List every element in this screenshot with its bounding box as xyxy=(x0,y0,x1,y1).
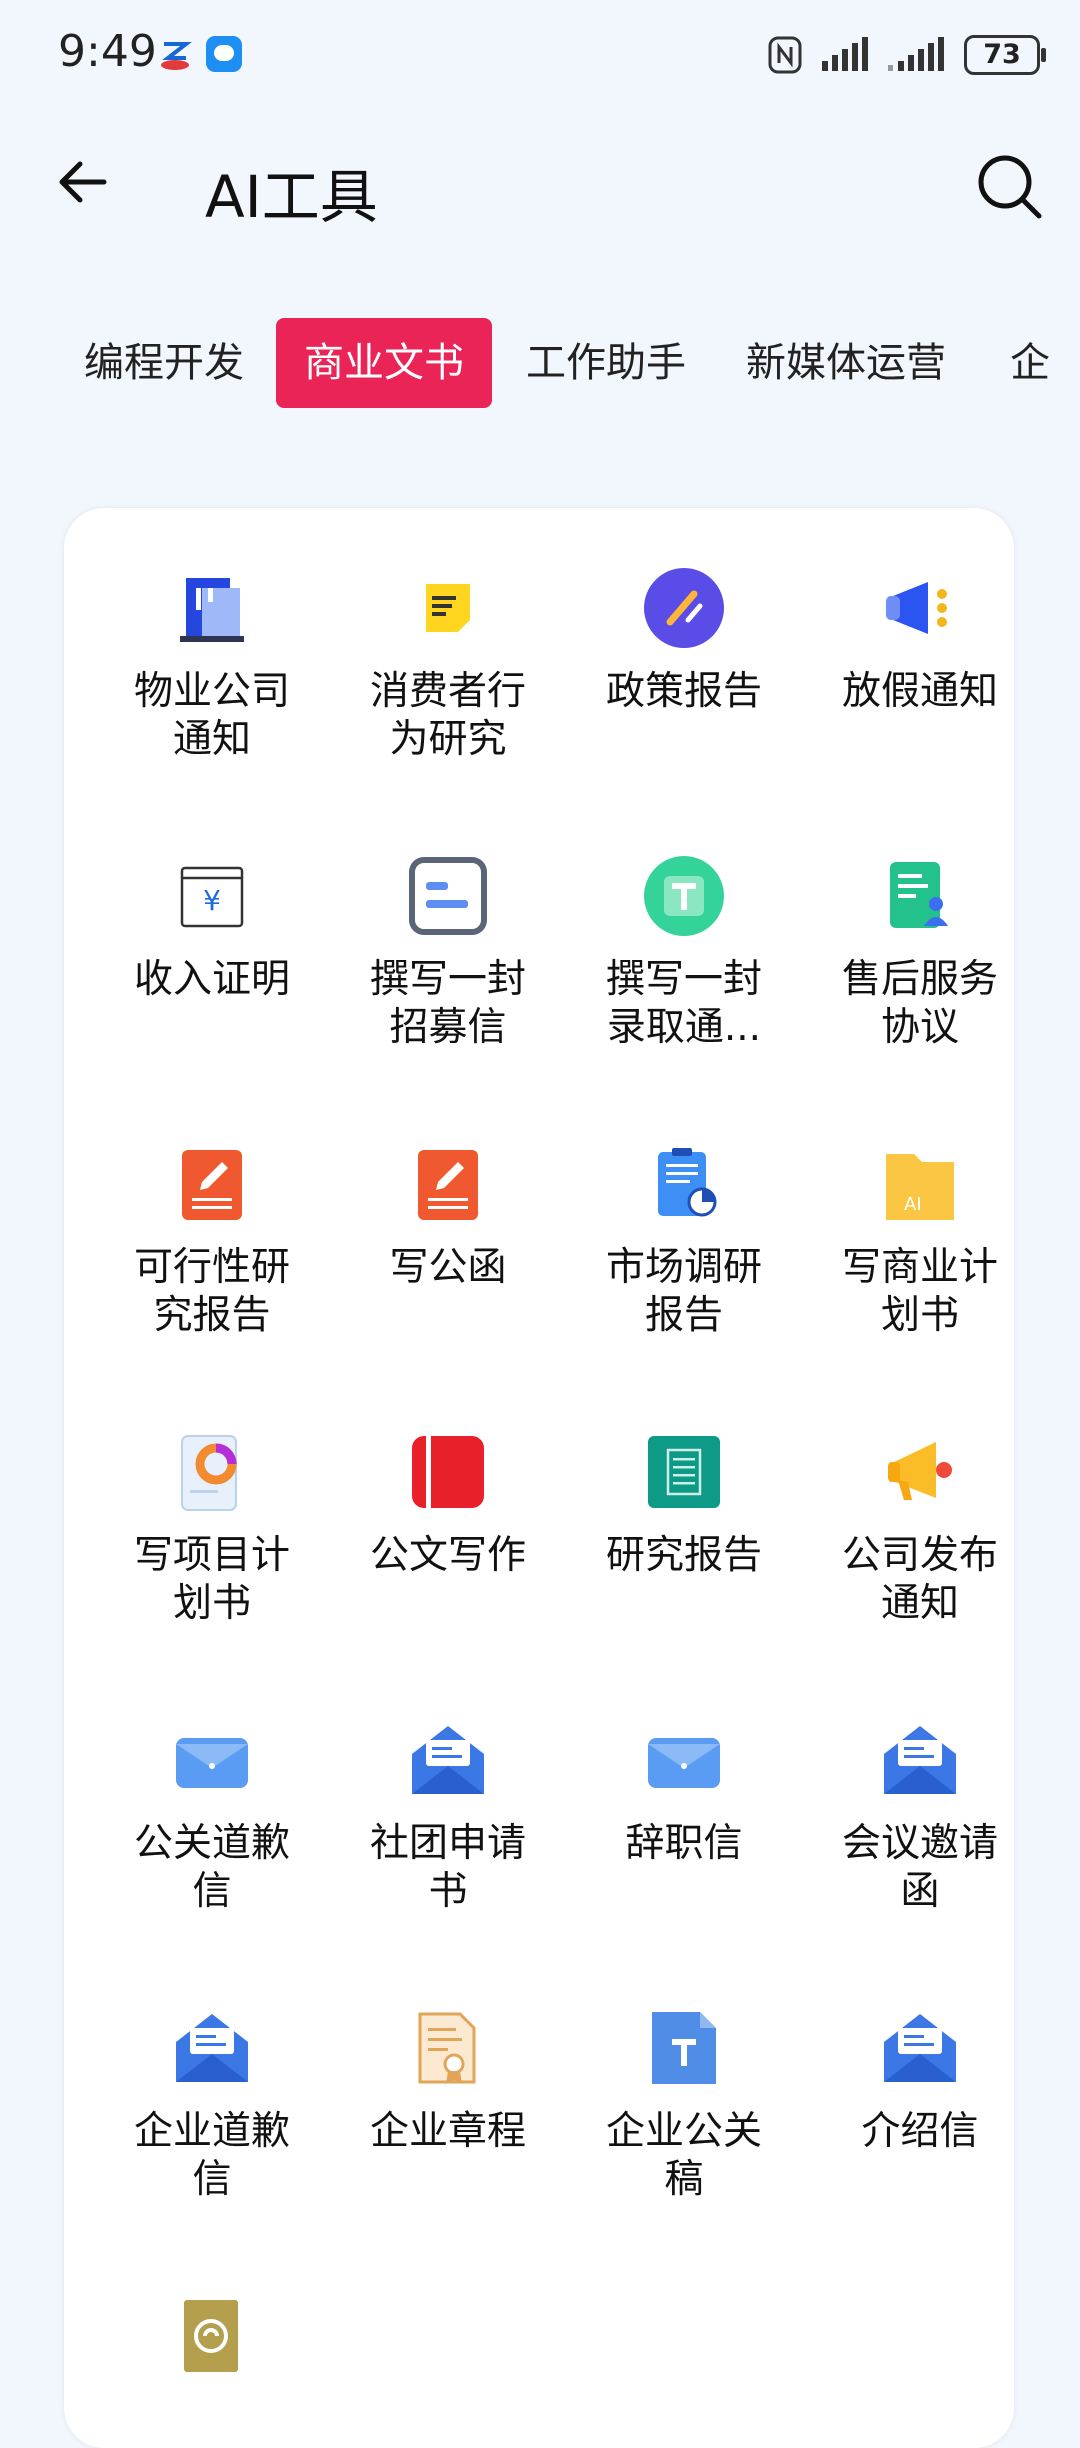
tool-label: 政策报告 xyxy=(605,669,762,714)
search-icon[interactable] xyxy=(975,152,1045,222)
form-icon xyxy=(409,857,487,935)
status-icons: 73 xyxy=(768,34,1046,76)
tool-label: 研究报告 xyxy=(605,1533,762,1578)
tool-label: 可行性研 究报告 xyxy=(133,1245,290,1338)
tool-label: 企业公关 稿 xyxy=(605,2109,762,2202)
swirl-icon xyxy=(184,2300,238,2372)
tab-business-docs[interactable]: 商业文书 xyxy=(276,318,492,408)
building-icon xyxy=(180,578,244,642)
message-notification-icon xyxy=(206,36,242,72)
battery-icon: 73 xyxy=(964,35,1046,75)
tab-enterprise[interactable]: 企 xyxy=(1010,318,1050,408)
envelope-icon xyxy=(648,1738,720,1788)
notepad-icon xyxy=(648,1436,720,1508)
open-envelope-icon xyxy=(176,2014,248,2082)
open-envelope-icon xyxy=(884,1726,956,1794)
tool-label: 写项目计 划书 xyxy=(133,1533,290,1626)
status-bar: 9:49 73 xyxy=(0,0,1080,110)
tool-label: 售后服务 协议 xyxy=(841,957,998,1050)
signal-icon xyxy=(822,37,868,71)
tool-label: 撰写一封 招募信 xyxy=(369,957,526,1050)
tool-label: 辞职信 xyxy=(625,1821,743,1866)
tab-new-media[interactable]: 新媒体运营 xyxy=(746,318,946,408)
yuan-doc-icon: ¥ xyxy=(180,866,244,928)
t-circle-icon xyxy=(644,856,724,936)
tool-label: 企业道歉 信 xyxy=(133,2109,290,2202)
tool-label: 公司发布 通知 xyxy=(841,1533,998,1626)
tools-card: 物业公司 通知 消费者行 为研究 政策报告 放假通知 ¥ 收入证明 撰写一封 招… xyxy=(64,508,1014,2448)
clipboard-chart-icon xyxy=(658,1148,717,1217)
loudspeaker-icon xyxy=(888,1442,952,1500)
red-book-icon xyxy=(412,1436,484,1508)
app-notification-icon xyxy=(161,42,192,70)
back-arrow-icon[interactable] xyxy=(52,152,112,212)
tool-label: 公关道歉 信 xyxy=(133,1821,290,1914)
tool-label: 企业章程 xyxy=(369,2109,526,2154)
open-envelope-icon xyxy=(412,1726,484,1794)
tool-label: 放假通知 xyxy=(841,669,998,714)
ai-folder-icon: AI xyxy=(886,1154,954,1220)
tool-label: 撰写一封 录取通... xyxy=(605,957,762,1050)
svg-text:¥: ¥ xyxy=(203,884,221,917)
edit-doc-icon xyxy=(182,1150,242,1220)
tool-label: 物业公司 通知 xyxy=(133,669,290,762)
note-icon xyxy=(426,584,470,632)
tab-work-assistant[interactable]: 工作助手 xyxy=(526,318,686,408)
tool-label: 介绍信 xyxy=(861,2109,979,2154)
tool-label: 写公函 xyxy=(389,1245,507,1290)
tool-label: 写商业计 划书 xyxy=(841,1245,998,1338)
envelope-icon xyxy=(176,1738,248,1788)
category-tabs: 编程开发 商业文书 工作助手 新媒体运营 企 xyxy=(0,318,1080,412)
tool-label: 收入证明 xyxy=(133,957,290,1002)
megaphone-icon xyxy=(886,582,947,634)
t-doc-icon xyxy=(652,2012,716,2084)
tool-label: 消费者行 为研究 xyxy=(369,669,526,762)
tool-label: 市场调研 报告 xyxy=(605,1245,762,1338)
tool-label: 社团申请 书 xyxy=(369,1821,526,1914)
certificate-icon xyxy=(418,2012,476,2084)
tool-label: 公文写作 xyxy=(369,1533,526,1578)
status-time: 9:49 xyxy=(58,26,157,77)
doc-user-icon xyxy=(890,862,948,928)
open-envelope-icon xyxy=(884,2014,956,2082)
pen-circle-icon xyxy=(644,568,724,648)
page-title: AI工具 xyxy=(205,163,378,231)
edit-doc-icon xyxy=(418,1150,478,1220)
nfc-icon xyxy=(768,36,802,74)
tab-programming[interactable]: 编程开发 xyxy=(84,318,244,408)
tool-label: 会议邀请 函 xyxy=(841,1821,998,1914)
signal-2-icon xyxy=(888,37,944,71)
donut-doc-icon xyxy=(181,1435,237,1511)
svg-text:AI: AI xyxy=(904,1194,922,1215)
